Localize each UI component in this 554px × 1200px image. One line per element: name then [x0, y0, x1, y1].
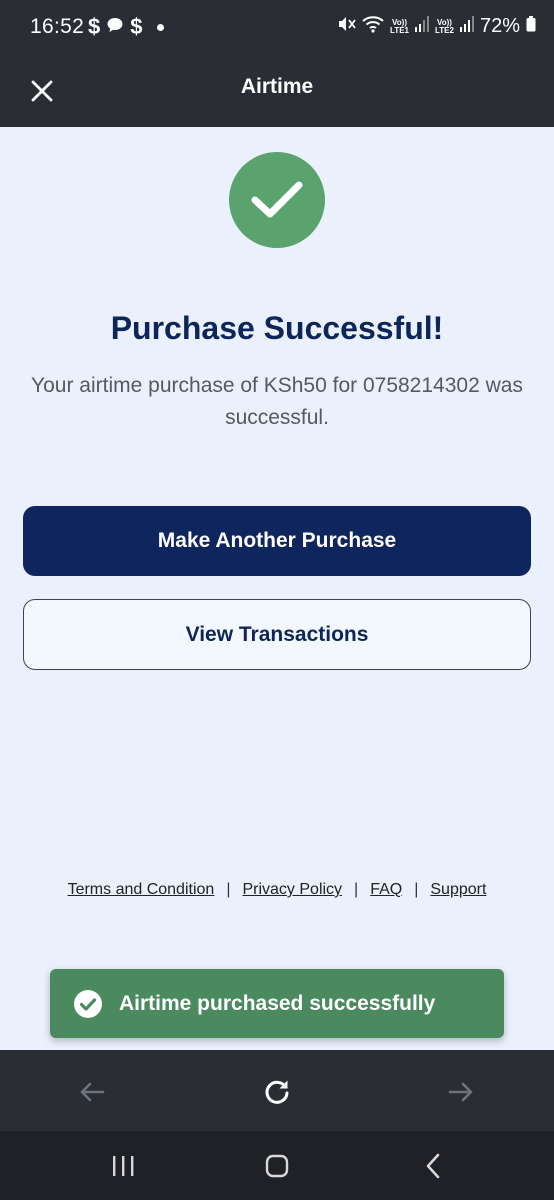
dot-icon — [156, 23, 164, 31]
forward-button[interactable] — [441, 1072, 481, 1112]
support-link[interactable]: Support — [430, 881, 486, 899]
system-nav-bar — [0, 1131, 554, 1200]
separator: | — [354, 881, 359, 898]
mute-icon — [336, 14, 356, 39]
home-button[interactable] — [257, 1149, 297, 1183]
browser-toolbar — [0, 1050, 554, 1131]
lte2-label: LTE2 — [435, 25, 454, 35]
main-content: Purchase Successful! Your airtime purcha… — [0, 127, 554, 1050]
battery-percent: 72% — [479, 15, 520, 37]
battery-icon — [526, 16, 536, 37]
chevron-left-icon — [426, 1153, 440, 1179]
recents-button[interactable] — [103, 1149, 143, 1183]
signal-icon — [459, 16, 474, 37]
success-check-icon — [229, 152, 325, 248]
recents-icon — [113, 1156, 134, 1176]
privacy-policy-link[interactable]: Privacy Policy — [242, 881, 342, 899]
arrow-right-icon — [448, 1082, 473, 1102]
success-message: Your airtime purchase of KSh50 for 07582… — [31, 374, 523, 429]
terms-link[interactable]: Terms and Condition — [68, 881, 215, 899]
app-bar: Airtime — [0, 56, 554, 127]
check-circle-icon — [74, 989, 102, 1018]
page-title: Airtime — [240, 75, 314, 98]
sim1-label: Vo)) LTE1 — [390, 18, 409, 35]
signal-icon — [415, 16, 429, 37]
reload-icon — [265, 1080, 289, 1104]
status-time: 16:52 — [30, 15, 85, 38]
view-transactions-button[interactable]: View Transactions — [23, 599, 531, 670]
system-back-button[interactable] — [413, 1149, 453, 1183]
make-another-purchase-button[interactable]: Make Another Purchase — [23, 506, 531, 576]
faq-link[interactable]: FAQ — [370, 881, 402, 899]
status-bar: 16:52 $ $ Vo)) LTE1 Vo)) LTE2 72% — [0, 0, 554, 56]
separator: | — [414, 881, 419, 898]
lte1-label: LTE1 — [390, 25, 409, 35]
dollar-icon: $ — [130, 14, 143, 39]
home-icon — [265, 1154, 289, 1178]
wifi-icon — [362, 15, 384, 38]
toast-message: Airtime purchased successfully — [119, 991, 436, 1015]
arrow-left-icon — [80, 1082, 105, 1102]
footer-links: Terms and Condition | Privacy Policy | F… — [0, 881, 554, 899]
notification-icons: $ $ — [88, 14, 164, 40]
status-right: Vo)) LTE1 Vo)) LTE2 72% — [336, 14, 536, 39]
success-heading: Purchase Successful! — [110, 310, 444, 346]
dollar-icon: $ — [88, 14, 101, 39]
back-button[interactable] — [72, 1072, 112, 1112]
reload-button[interactable] — [257, 1072, 297, 1112]
separator: | — [226, 881, 231, 898]
success-toast: Airtime purchased successfully — [50, 969, 504, 1038]
sim2-label: Vo)) LTE2 — [435, 18, 454, 35]
chat-bubble-icon — [106, 14, 124, 40]
